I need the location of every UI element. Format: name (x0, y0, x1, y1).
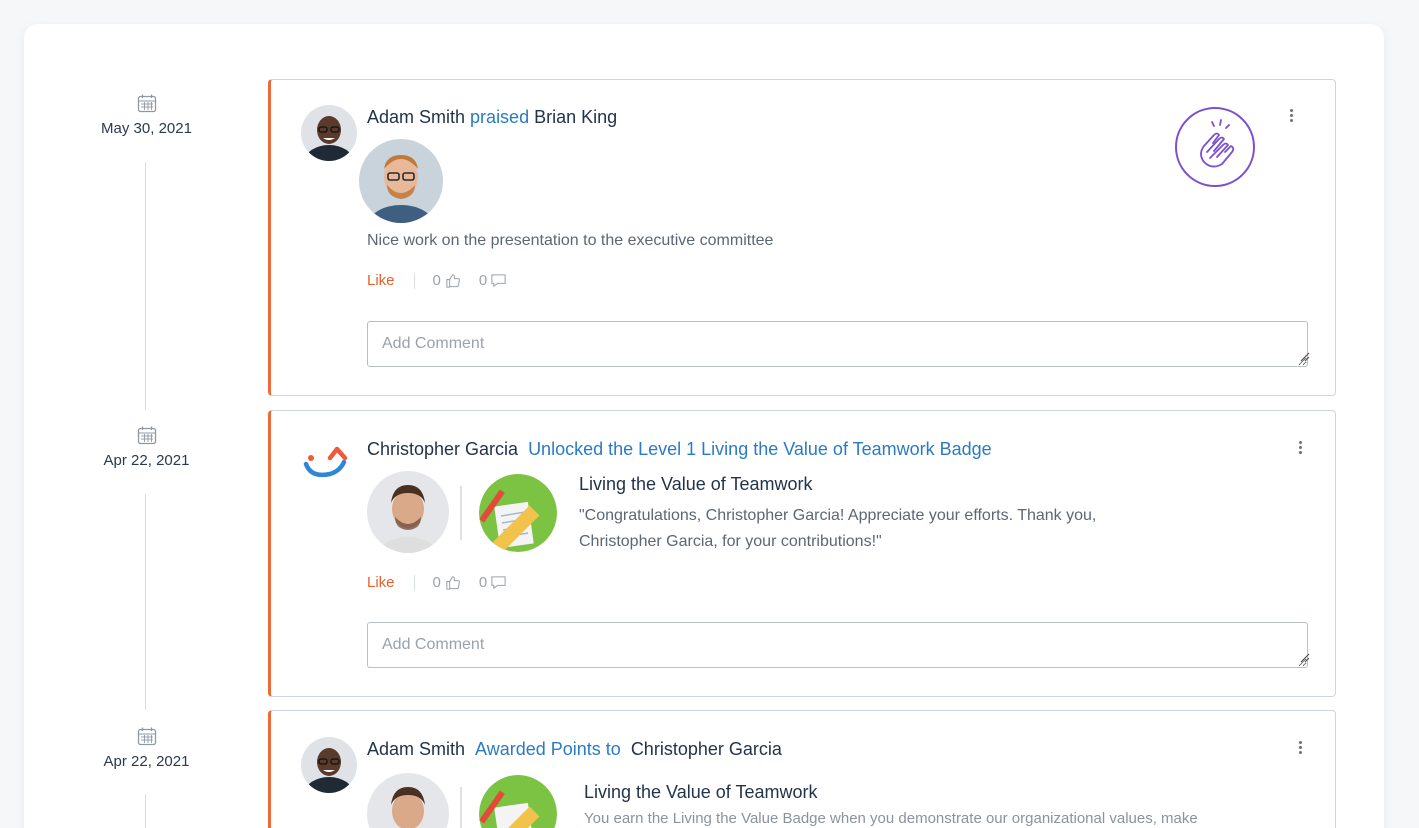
like-button[interactable]: Like (367, 574, 395, 591)
user-photo-icon (367, 773, 449, 828)
recipient-avatar[interactable] (367, 773, 449, 828)
avatar[interactable] (301, 105, 357, 161)
comment-input[interactable] (367, 622, 1308, 668)
timeline-date: Apr 22, 2021 (103, 753, 190, 770)
calendar-icon (137, 426, 156, 445)
comment-bubble-icon (491, 274, 506, 288)
post-action: praised (470, 107, 530, 127)
target-name[interactable]: Brian King (534, 107, 617, 127)
divider (460, 486, 462, 540)
badge-description-line: You earn the Living the Value Badge when… (584, 810, 1198, 827)
timeline-line (145, 162, 146, 410)
feed-card-praise: Adam Smith praised Brian King Nice work … (268, 79, 1336, 396)
badge-art (479, 474, 557, 552)
divider (413, 272, 415, 289)
thumbs-up-icon (446, 576, 460, 590)
user-photo-icon (301, 737, 357, 793)
actor-name[interactable]: Adam Smith (367, 107, 465, 127)
timeline-line (145, 494, 146, 710)
post-actions: Like 0 0 (367, 574, 525, 591)
like-button[interactable]: Like (367, 272, 395, 289)
timeline-date-marker: Apr 22, 2021 (24, 725, 269, 770)
user-photo-icon (367, 471, 449, 553)
more-options-icon[interactable] (1285, 107, 1297, 127)
post-header: Christopher Garcia Unlocked the Level 1 L… (367, 439, 992, 460)
badge-description: "Congratulations, Christopher Garcia! Ap… (579, 503, 1096, 555)
resize-grip-icon[interactable] (1298, 651, 1310, 663)
recipient-avatar[interactable] (367, 471, 449, 553)
app-logo-icon (303, 446, 348, 478)
timeline-date-marker: May 30, 2021 (24, 92, 269, 137)
post-header: Adam Smith praised Brian King (367, 107, 617, 128)
teamwork-badge-icon[interactable] (479, 474, 557, 552)
timeline-date: May 30, 2021 (101, 120, 192, 137)
more-options-icon[interactable] (1294, 439, 1306, 459)
actor-name[interactable]: Christopher Garcia (367, 439, 518, 459)
badge-art (479, 775, 557, 828)
resize-grip-icon[interactable] (1298, 350, 1310, 362)
timeline-date: Apr 22, 2021 (103, 452, 190, 469)
recipient-avatar[interactable] (359, 139, 443, 223)
divider (460, 787, 462, 828)
calendar-icon (137, 94, 156, 113)
badge-title: Living the Value of Teamwork (579, 474, 813, 494)
post-header: Adam Smith Awarded Points to Christopher G… (367, 739, 782, 760)
teamwork-badge-icon[interactable] (479, 775, 557, 828)
comment-area (271, 622, 1335, 668)
calendar-icon (137, 727, 156, 746)
likes-count-value: 0 (432, 574, 441, 591)
feed-card-badge: Christopher Garcia Unlocked the Level 1 L… (268, 410, 1336, 697)
badge-description-line: Christopher Garcia, for your contributio… (579, 533, 882, 550)
comment-input[interactable] (367, 321, 1308, 367)
likes-count[interactable]: 0 (433, 574, 461, 591)
avatar[interactable] (301, 737, 357, 793)
comments-count-value: 0 (478, 272, 488, 289)
comments-count-value: 0 (478, 574, 488, 591)
badge-description: You earn the Living the Value Badge when… (584, 806, 1198, 828)
user-photo-icon (301, 105, 357, 161)
activity-feed-panel: May 30, 2021 Apr 22, 2021 Apr 22, 2021 A… (24, 24, 1384, 828)
post-actions: Like 0 0 (367, 272, 525, 289)
actor-name[interactable]: Adam Smith (367, 739, 465, 759)
praise-message: Nice work on the presentation to the exe… (367, 232, 774, 249)
timeline-line (145, 794, 146, 828)
likes-count[interactable]: 0 (433, 272, 461, 289)
comment-area (271, 321, 1335, 367)
badge-description-line: "Congratulations, Christopher Garcia! Ap… (579, 507, 1097, 524)
feed-card-points: Adam Smith Awarded Points to Christopher G… (268, 710, 1336, 828)
badge-title: Living the Value of Teamwork (584, 782, 818, 802)
divider (413, 574, 415, 591)
clapping-hands-icon (1175, 107, 1255, 187)
target-name[interactable]: Christopher Garcia (631, 739, 782, 759)
comment-bubble-icon (491, 576, 506, 590)
comments-count[interactable]: 0 (479, 272, 507, 289)
thumbs-up-icon (446, 274, 460, 288)
comments-count[interactable]: 0 (479, 574, 507, 591)
post-action[interactable]: Unlocked the Level 1 Living the Value of… (528, 439, 992, 459)
more-options-icon[interactable] (1294, 739, 1306, 759)
timeline: May 30, 2021 Apr 22, 2021 Apr 22, 2021 (24, 24, 269, 828)
post-action: Awarded Points to (475, 739, 621, 759)
user-photo-icon (359, 139, 443, 223)
timeline-date-marker: Apr 22, 2021 (24, 424, 269, 469)
likes-count-value: 0 (432, 272, 441, 289)
